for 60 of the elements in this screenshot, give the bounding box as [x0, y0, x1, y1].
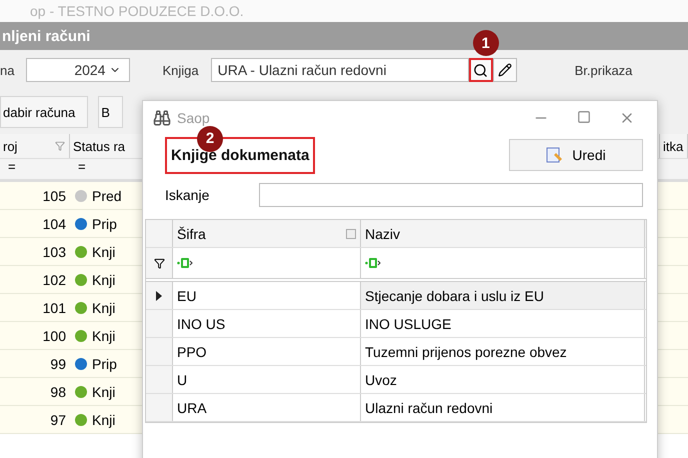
row-number: 97: [49, 412, 67, 428]
status-text: Pred: [92, 188, 122, 204]
row-number: 99: [49, 356, 67, 372]
table-cell: PPO: [173, 338, 361, 365]
column-header[interactable]: roj: [3, 138, 18, 154]
status-text: Knji: [92, 328, 116, 344]
table-cell: Tuzemni prijenos porezne obvez: [361, 338, 645, 365]
filter-condition-icon[interactable]: [177, 258, 193, 268]
year-label: na: [0, 62, 14, 78]
table-cell: INO USLUGE: [361, 310, 645, 337]
table-cell: INO US: [173, 310, 361, 337]
row-number: 100: [42, 328, 67, 344]
callout-badge: 2: [197, 126, 223, 152]
toolbar-button[interactable]: dabir računa: [0, 96, 88, 128]
status-text: Knji: [92, 384, 116, 400]
table-cell: Stjecanje dobara i uslu iz EU: [361, 282, 645, 309]
count-label: Br.prikaza: [574, 62, 632, 78]
filter-icon: [154, 258, 164, 268]
table-cell: U: [173, 366, 361, 393]
search-field[interactable]: [259, 183, 643, 207]
row-number: 103: [42, 244, 67, 260]
row-number: 102: [42, 272, 67, 288]
edit-button[interactable]: Uredi: [509, 139, 643, 171]
status-text: Knji: [92, 244, 116, 260]
binoculars-icon: [153, 109, 171, 127]
status-text: Knji: [92, 412, 116, 428]
filter-icon[interactable]: [55, 141, 65, 151]
search-label: Iskanje: [165, 187, 210, 203]
column-header[interactable]: itka: [663, 138, 684, 154]
row-number: 104: [42, 216, 67, 232]
filter-mark: =: [7, 159, 17, 176]
book-field[interactable]: URA - Ulazni račun redovni: [210, 58, 469, 82]
status-text: Knji: [92, 272, 116, 288]
status-text: Knji: [92, 300, 116, 316]
filter-condition-icon[interactable]: [365, 258, 381, 268]
status-text: Prip: [92, 356, 117, 372]
toolbar-button[interactable]: B: [98, 96, 123, 128]
table-cell: Ulazni račun redovni: [361, 394, 645, 421]
dialog-title: Saop: [177, 110, 210, 126]
filter-mark: =: [77, 159, 87, 176]
column-header[interactable]: Šifra: [173, 220, 361, 247]
pencil-icon: [498, 63, 512, 77]
row-number: 105: [42, 188, 67, 204]
book-label: Knjiga: [162, 62, 199, 78]
document-icon: [546, 147, 564, 163]
table-cell: URA: [173, 394, 361, 421]
table-cell: Uvoz: [361, 366, 645, 393]
column-header[interactable]: Naziv: [361, 220, 645, 247]
row-number: 98: [49, 384, 67, 400]
search-icon: [473, 62, 488, 78]
current-row-icon: [156, 290, 162, 300]
column-header[interactable]: Status ra: [73, 138, 126, 154]
status-text: Prip: [92, 216, 117, 232]
edit-button[interactable]: [492, 58, 517, 82]
app-title: op - TESTNO PODUZECE D.O.O.: [0, 0, 688, 22]
maximize-icon[interactable]: [577, 110, 591, 124]
row-indicator[interactable]: [146, 282, 173, 309]
column-filter-icon[interactable]: [346, 228, 356, 238]
year-select[interactable]: 2024: [26, 58, 130, 82]
row-number: 101: [42, 300, 67, 316]
